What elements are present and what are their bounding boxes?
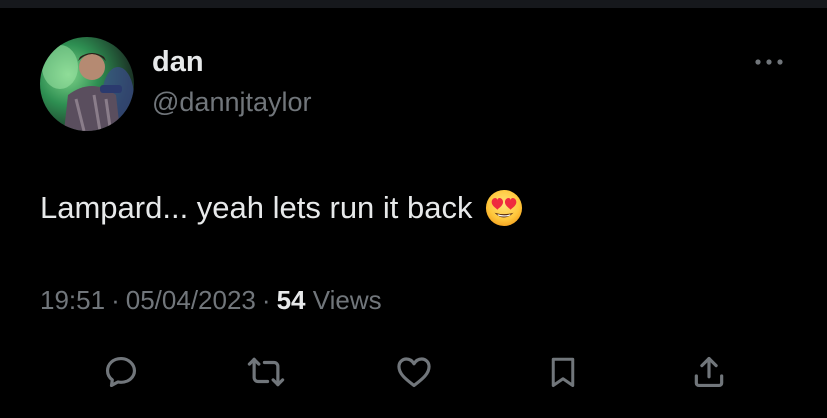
tweet-time[interactable]: 19:51 bbox=[40, 285, 105, 315]
reply-icon bbox=[105, 356, 137, 388]
bookmark-button[interactable] bbox=[541, 350, 585, 394]
like-button[interactable] bbox=[392, 350, 436, 394]
tweet-text-content: Lampard... yeah lets run it back bbox=[40, 190, 473, 225]
meta-separator: · bbox=[261, 285, 271, 315]
views-count[interactable]: 54 bbox=[277, 285, 306, 315]
reply-button[interactable] bbox=[99, 350, 143, 394]
meta-separator: · bbox=[111, 285, 120, 315]
tweet-text: Lampard... yeah lets run it back bbox=[40, 188, 523, 228]
retweet-button[interactable] bbox=[244, 350, 288, 394]
retweet-icon bbox=[247, 357, 285, 387]
action-bar bbox=[0, 350, 827, 394]
share-icon bbox=[694, 356, 724, 388]
display-name[interactable]: dan bbox=[152, 44, 204, 80]
top-divider bbox=[0, 0, 827, 8]
avatar-image bbox=[42, 45, 134, 131]
user-handle[interactable]: @dannjtaylor bbox=[152, 85, 312, 119]
tweet-meta: 19:51 · 05/04/2023 · 54 Views bbox=[40, 283, 382, 317]
tweet-date[interactable]: 05/04/2023 bbox=[126, 285, 256, 315]
share-button[interactable] bbox=[687, 350, 731, 394]
avatar[interactable] bbox=[40, 37, 134, 131]
heart-icon bbox=[397, 357, 431, 388]
more-dots-icon bbox=[755, 59, 783, 65]
more-options-button[interactable] bbox=[752, 52, 786, 72]
bookmark-icon bbox=[551, 357, 575, 387]
views-label[interactable]: Views bbox=[313, 285, 382, 315]
heart-eyes-emoji-icon bbox=[485, 189, 522, 227]
